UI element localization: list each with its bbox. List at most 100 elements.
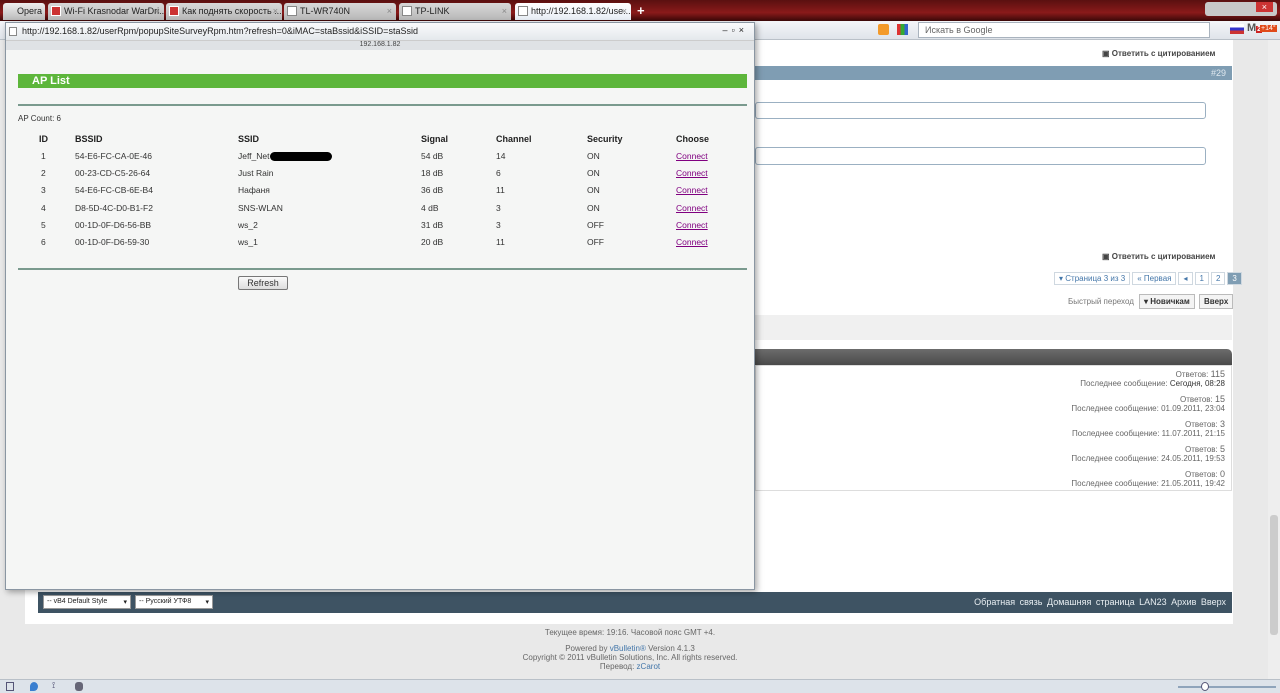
post-header-bar: #29	[755, 66, 1232, 80]
rss-icon[interactable]	[878, 24, 889, 35]
panel-icon[interactable]	[6, 682, 14, 691]
ap-security: ON	[587, 164, 676, 181]
similar-threads-list: Ответов: 115 Последнее сообщение: Сегодня…	[755, 365, 1232, 491]
separator-bar	[755, 315, 1232, 340]
tab-1[interactable]: Wi-Fi Krasnodar WarDri... ×	[48, 3, 164, 20]
connect-link[interactable]: Connect	[676, 185, 708, 195]
ap-id-text: 2	[41, 167, 46, 178]
replies-count: 115	[1210, 369, 1225, 379]
first-label: Первая	[1143, 274, 1172, 283]
feedback-link[interactable]: Обратная связь	[974, 597, 1042, 607]
ap-bssid: 00-1D-0F-D6-56-BB	[75, 216, 238, 233]
connect-link[interactable]: Connect	[676, 203, 708, 213]
zoom-slider-handle[interactable]	[1201, 682, 1209, 691]
table-row: 3 54-E6-FC-CB-6E-B4 Нафаня 36 dB 11 ON Connect	[18, 182, 736, 199]
forum-footer-bar: -- vB4 Default Style ▾ -- Русский УТФ8 ▾…	[38, 592, 1232, 613]
ap-security: OFF	[587, 216, 676, 233]
first-page-link[interactable]: « Первая	[1132, 272, 1177, 285]
translator-link[interactable]: zCarot	[637, 662, 661, 671]
post-number[interactable]: #29	[1211, 68, 1226, 78]
scrollbar-thumb[interactable]	[1270, 515, 1278, 635]
ap-signal: 20 dB	[421, 233, 496, 250]
popup-host: 192.168.1.82	[6, 40, 754, 50]
page-dropdown[interactable]: ▾ Страница 3 из 3	[1054, 272, 1131, 285]
turbo-icon[interactable]	[30, 682, 38, 691]
widget-icon[interactable]	[75, 682, 83, 691]
last-post-date: 11.07.2011, 21:15	[1161, 429, 1225, 438]
ap-security-text: ON	[587, 185, 600, 196]
post-content-box	[755, 102, 1206, 119]
google-search-input[interactable]: Искать в Google	[918, 22, 1210, 38]
home-link[interactable]: Домашняя страница LAN23	[1047, 597, 1167, 607]
archive-link[interactable]: Архив	[1171, 597, 1196, 607]
close-icon[interactable]: ×	[622, 6, 627, 16]
tab-4[interactable]: TP-LINK ×	[399, 3, 511, 20]
ap-id: 5	[18, 216, 75, 233]
top-link[interactable]: Вверх	[1201, 597, 1226, 607]
tab-3[interactable]: TL-WR740N ×	[284, 3, 396, 20]
window-controls[interactable]: ×	[1205, 2, 1277, 16]
google-icon[interactable]	[897, 24, 908, 35]
ap-security: ON	[587, 199, 676, 216]
ap-channel: 6	[496, 164, 587, 181]
version-text: Version 4.1.3	[648, 644, 695, 653]
popup-window-controls[interactable]: –▫×	[723, 25, 748, 35]
refresh-button[interactable]: Refresh	[238, 276, 288, 290]
ap-bssid: 54-E6-FC-CA-0E-46	[75, 147, 238, 164]
style-select[interactable]: -- vB4 Default Style ▾	[43, 595, 131, 609]
tab-5-active[interactable]: http://192.168.1.82/use... ×	[515, 3, 631, 20]
page-icon	[9, 27, 17, 36]
quick-nav-value: Новичкам	[1150, 297, 1190, 306]
ap-security-text: OFF	[587, 219, 604, 230]
language-select[interactable]: -- Русский УТФ8 ▾	[135, 595, 213, 609]
connect-link[interactable]: Connect	[676, 168, 708, 178]
zoom-slider[interactable]	[1178, 686, 1276, 688]
tab-label: Как поднять скорость ...	[182, 6, 282, 16]
replies-count: 3	[1219, 419, 1225, 429]
vertical-scrollbar[interactable]	[1268, 40, 1280, 679]
opera-menu-button[interactable]: Opera	[3, 3, 45, 20]
ap-ssid: Нафаня	[238, 182, 421, 199]
close-icon[interactable]: ×	[502, 6, 507, 16]
ap-bssid-text: 54-E6-FC-CB-6E-B4	[75, 185, 153, 196]
page-1-link[interactable]: 1	[1194, 272, 1209, 285]
close-icon[interactable]: ×	[273, 6, 278, 16]
page-3-current: 3	[1227, 272, 1242, 285]
tab-2[interactable]: Как поднять скорость ... ×	[166, 3, 282, 20]
up-button[interactable]: Вверх	[1199, 294, 1234, 309]
connect-link[interactable]: Connect	[676, 237, 708, 247]
page-2-link[interactable]: 2	[1210, 272, 1226, 285]
translation-prefix: Перевод:	[599, 662, 635, 671]
ap-choose: Connect	[676, 199, 736, 216]
ap-choose: Connect	[676, 147, 736, 164]
connect-link[interactable]: Connect	[676, 220, 708, 230]
last-post-label: Последнее сообщение:	[1071, 404, 1159, 413]
table-row: 2 00-23-CD-C5-26-64 Just Rain 18 dB 6 ON Conne…	[18, 164, 736, 181]
unite-icon[interactable]: ⟟	[52, 680, 55, 691]
ap-list-title: AP List	[18, 74, 747, 88]
vbulletin-link[interactable]: vBulletin®	[610, 644, 646, 653]
reply-with-quote-button[interactable]: ▣ Ответить с цитированием	[1102, 252, 1215, 261]
tab-bar: Opera Wi-Fi Krasnodar WarDri... × Как под…	[0, 0, 1280, 21]
powered-prefix: Powered by	[565, 644, 608, 653]
new-tab-button[interactable]: +	[637, 3, 645, 18]
ap-ssid: Jeff_Net	[238, 147, 421, 164]
ap-channel-text: 11	[496, 185, 505, 196]
ap-id-text: 1	[41, 150, 46, 161]
weather-badge: +14°	[1260, 25, 1277, 32]
ap-id-text: 3	[41, 185, 46, 196]
close-icon[interactable]: ×	[387, 6, 392, 16]
redacted-mark	[269, 151, 332, 161]
divider	[18, 268, 747, 270]
col-channel: Channel	[496, 133, 532, 144]
reply-with-quote-button[interactable]: ▣ Ответить с цитированием	[1102, 49, 1215, 58]
close-icon[interactable]: ×	[155, 6, 160, 16]
ap-id-text: 5	[41, 219, 46, 230]
ap-id: 4	[18, 199, 75, 216]
connect-link[interactable]: Connect	[676, 151, 708, 161]
ap-bssid: 54-E6-FC-CB-6E-B4	[75, 182, 238, 199]
prev-page-link[interactable]: ◂	[1178, 272, 1193, 285]
quick-nav-select[interactable]: ▾ Новичкам	[1139, 294, 1195, 309]
tab-label: http://192.168.1.82/use...	[531, 6, 631, 16]
ap-count: AP Count: 6	[18, 114, 61, 123]
